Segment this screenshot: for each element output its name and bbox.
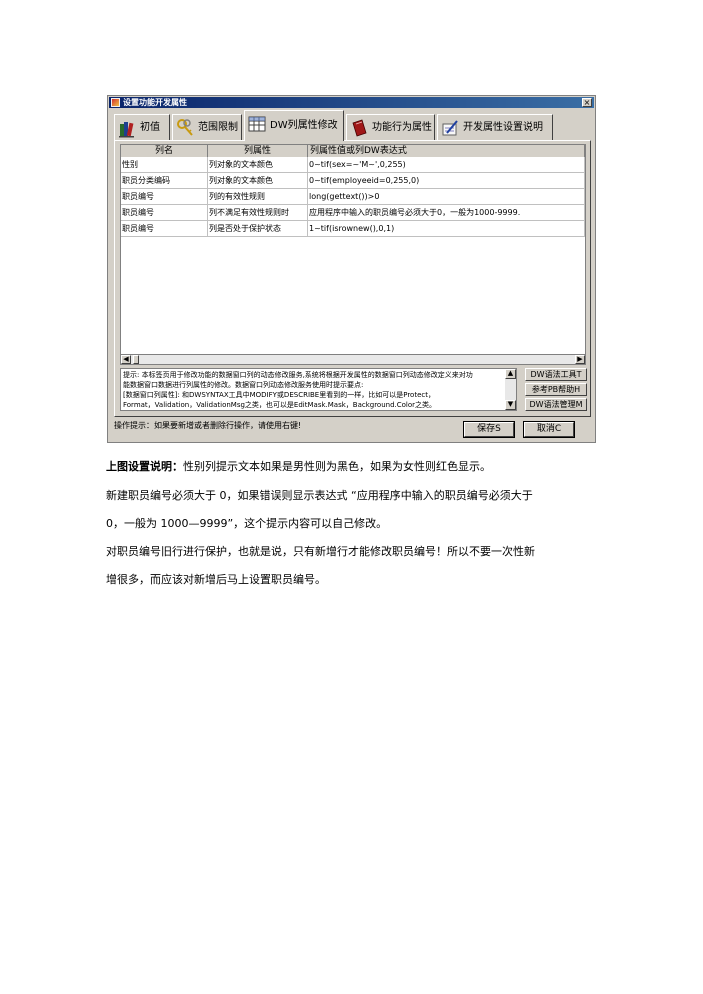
cell-attribute-value[interactable]: 应用程序中输入的职员编号必须大于0，一般为1000-9999. — [308, 205, 585, 221]
table-row[interactable]: 性别 列对象的文本颜色 0~tif(sex=~'M~',0,255) — [121, 157, 585, 173]
cell-column-name[interactable]: 职员编号 — [121, 221, 208, 237]
cell-attribute-value[interactable]: 0~tif(employeeid=0,255,0) — [308, 173, 585, 189]
tab-strip: 初值 范围限制 DW列属性修改 功能行为属性 开发属性设置说明 — [114, 110, 574, 141]
scroll-down-icon[interactable]: ▼ — [505, 400, 516, 410]
cell-attribute-value[interactable]: 1~tif(isrownew(),0,1) — [308, 221, 585, 237]
caption-paragraph: 上图设置说明：性别列提示文本如果是男性则为黑色，如果为女性则红色显示。 — [106, 459, 491, 474]
column-header-name[interactable]: 列名 — [121, 145, 208, 157]
horizontal-scrollbar[interactable]: ◀ ▶ — [120, 354, 586, 365]
dw-syntax-manager-button[interactable]: DW语法管理M — [525, 398, 587, 411]
body-line: 对职员编号旧行进行保护，也就是说，只有新增行才能修改职员编号！所以不要一次性新 — [106, 545, 535, 558]
cell-column-attribute[interactable]: 列是否处于保护状态 — [208, 221, 308, 237]
cell-column-attribute[interactable]: 列对象的文本颜色 — [208, 173, 308, 189]
caption-text: 性别列提示文本如果是男性则为黑色，如果为女性则红色显示。 — [183, 460, 491, 473]
cell-column-attribute[interactable]: 列的有效性规则 — [208, 189, 308, 205]
table-row[interactable]: 职员分类编码 列对象的文本颜色 0~tif(employeeid=0,255,0… — [121, 173, 585, 189]
cancel-button[interactable]: 取消C — [523, 421, 575, 438]
save-button[interactable]: 保存S — [463, 421, 515, 438]
close-button[interactable]: × — [582, 98, 592, 107]
grid-icon — [248, 116, 266, 132]
books-icon — [119, 122, 134, 138]
column-header-value[interactable]: 列属性值或列DW表达式 — [308, 145, 585, 157]
attribute-grid[interactable]: 列名 列属性 列属性值或列DW表达式 性别 列对象的文本颜色 0~tif(sex… — [120, 144, 586, 356]
pb-help-button[interactable]: 参考PB帮助H — [525, 383, 587, 396]
cell-attribute-value[interactable]: long(gettext())>0 — [308, 189, 585, 205]
cell-attribute-value[interactable]: 0~tif(sex=~'M~',0,255) — [308, 157, 585, 173]
hint-line: [数据窗口列属性]: 和DWSYNTAX工具中MODIFY或DESCRIBE里看… — [123, 391, 435, 399]
hint-box[interactable]: 提示: 本标签页用于修改功能的数据窗口列的动态修改服务,系统将根据开发属性的数据… — [120, 368, 517, 411]
operation-hint: 操作提示：如果要新增或者删除行操作，请使用右键! — [114, 421, 302, 430]
dw-syntax-tool-button[interactable]: DW语法工具T — [525, 368, 587, 381]
settings-dialog: 设置功能开发属性 × 初值 范围限制 DW列属性修改 功能行为属性 开发属性设置… — [107, 95, 596, 443]
cell-column-name[interactable]: 职员编号 — [121, 205, 208, 221]
hint-text: 提示: 本标签页用于修改功能的数据窗口列的动态修改服务,系统将根据开发属性的数据… — [123, 370, 505, 410]
tab-dw-column-attr[interactable]: DW列属性修改 — [244, 110, 344, 141]
cell-column-attribute[interactable]: 列不满足有效性规则时 — [208, 205, 308, 221]
caption-heading: 上图设置说明： — [106, 460, 183, 473]
vertical-scrollbar[interactable]: ▲ ▼ — [505, 369, 516, 410]
body-line: 增很多，而应该对新增后马上设置职员编号。 — [106, 573, 326, 586]
hint-line: Format，Validation，ValidationMsg之类，也可以是Ed… — [123, 401, 437, 409]
table-row[interactable]: 职员编号 列是否处于保护状态 1~tif(isrownew(),0,1) — [121, 221, 585, 237]
body-line: 新建职员编号必须大于 0，如果错误则显示表达式 “应用程序中输入的职员编号必须大… — [106, 489, 533, 502]
hint-line: 能数据窗口数据进行列属性的修改。数据窗口列动态修改服务使用时提示要点: — [123, 381, 364, 389]
tab-panel: 列名 列属性 列属性值或列DW表达式 性别 列对象的文本颜色 0~tif(sex… — [114, 140, 591, 417]
hint-line: 提示: 本标签页用于修改功能的数据窗口列的动态修改服务,系统将根据开发属性的数据… — [123, 371, 473, 379]
scroll-right-icon[interactable]: ▶ — [575, 355, 585, 364]
cell-column-name[interactable]: 职员编号 — [121, 189, 208, 205]
scroll-up-icon[interactable]: ▲ — [505, 369, 516, 379]
table-row[interactable]: 职员编号 列的有效性规则 long(gettext())>0 — [121, 189, 585, 205]
pen-paper-icon — [442, 120, 458, 136]
keys-icon — [177, 119, 193, 136]
cell-column-attribute[interactable]: 列对象的文本颜色 — [208, 157, 308, 173]
dialog-title: 设置功能开发属性 — [123, 98, 187, 107]
tab-function-behavior[interactable]: 功能行为属性 — [346, 114, 435, 140]
table-row[interactable]: 职员编号 列不满足有效性规则时 应用程序中输入的职员编号必须大于0，一般为100… — [121, 205, 585, 221]
scroll-thumb[interactable] — [133, 355, 139, 364]
tab-initial-value[interactable]: 初值 — [114, 114, 170, 140]
cell-column-name[interactable]: 性别 — [121, 157, 208, 173]
red-book-icon — [352, 119, 367, 137]
tab-range-limit[interactable]: 范围限制 — [172, 114, 242, 140]
column-header-attribute[interactable]: 列属性 — [208, 145, 308, 157]
tab-dev-attr-description[interactable]: 开发属性设置说明 — [437, 114, 553, 140]
grid-header: 列名 列属性 列属性值或列DW表达式 — [121, 145, 585, 157]
app-icon — [111, 98, 120, 107]
cell-column-name[interactable]: 职员分类编码 — [121, 173, 208, 189]
scroll-left-icon[interactable]: ◀ — [121, 355, 131, 364]
body-line: 0，一般为 1000—9999”，这个提示内容可以自己修改。 — [106, 517, 388, 530]
title-bar[interactable]: 设置功能开发属性 × — [109, 97, 594, 108]
